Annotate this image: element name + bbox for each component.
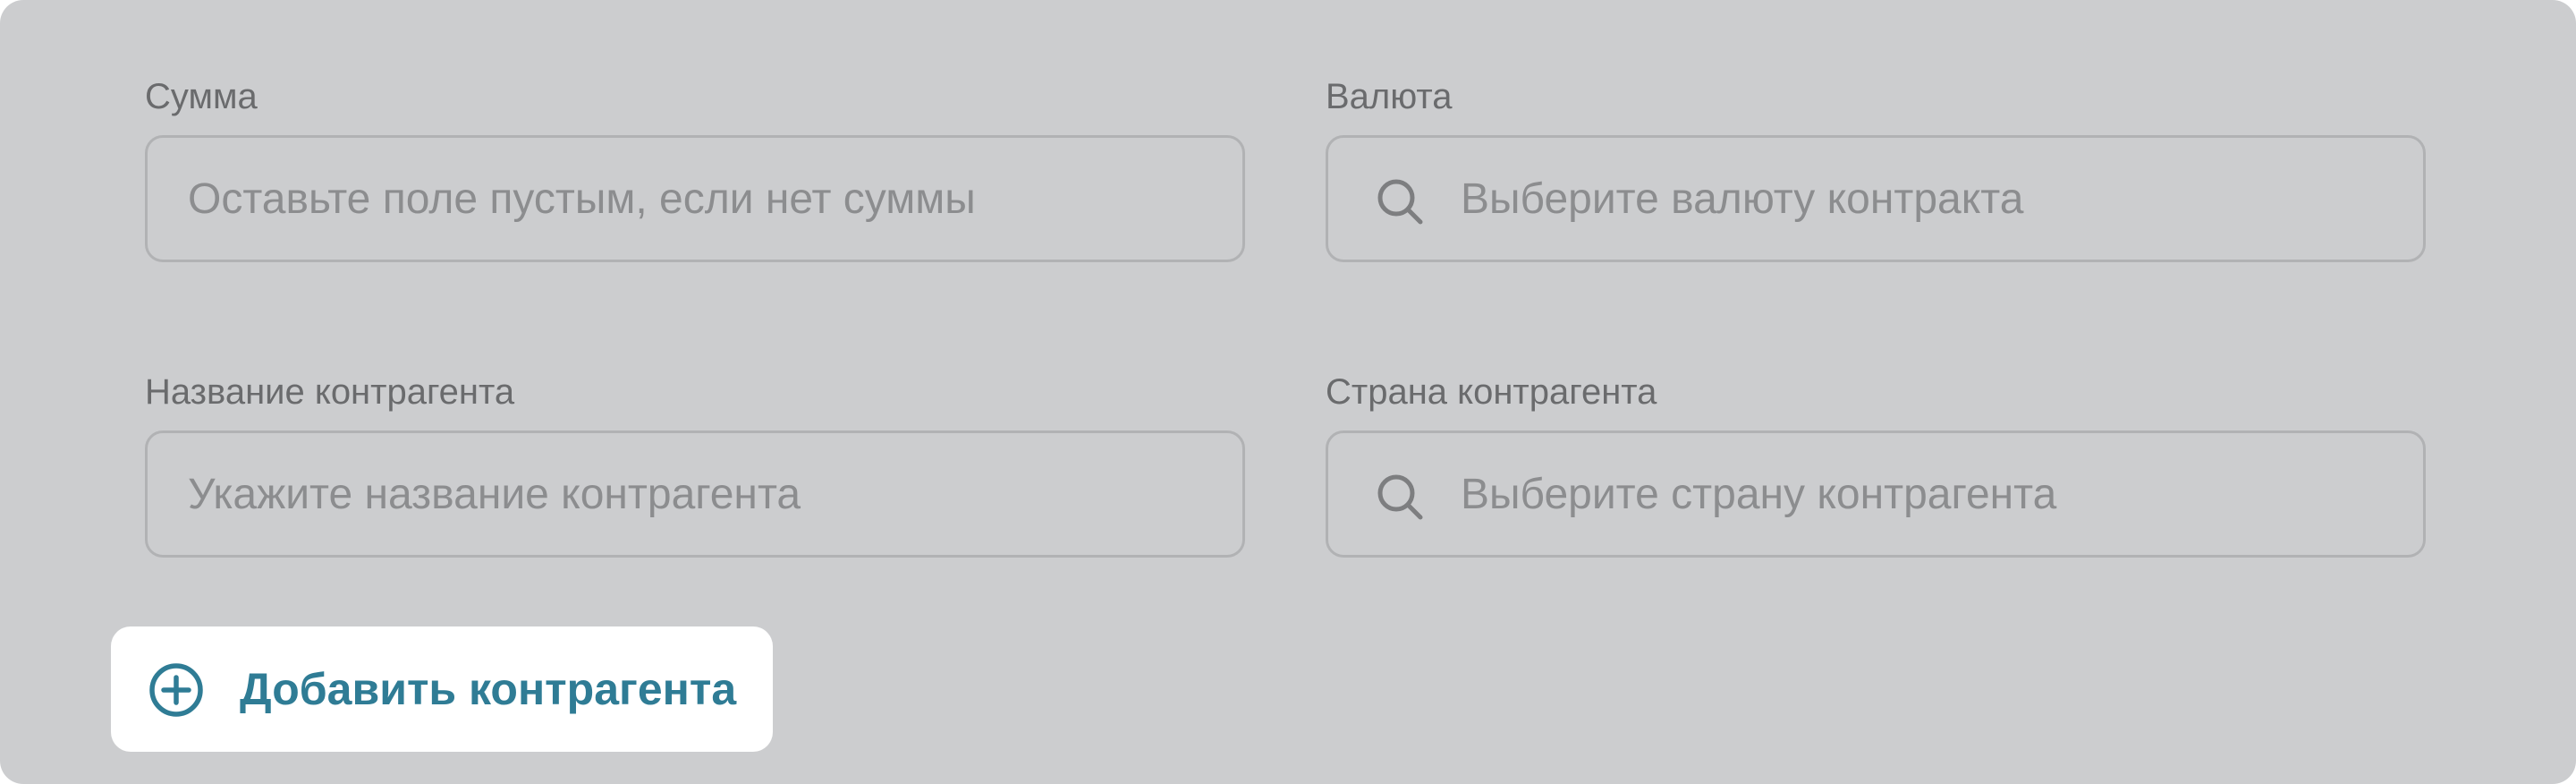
add-counterparty-label: Добавить контрагента bbox=[240, 664, 737, 714]
counterparty-country-search-input[interactable] bbox=[1328, 433, 2423, 555]
currency-label: Валюта bbox=[1326, 77, 1453, 116]
amount-field bbox=[145, 135, 1245, 262]
counterparty-form-panel: Сумма Валюта Название контрагента Страна… bbox=[0, 0, 2576, 784]
amount-input[interactable] bbox=[148, 138, 1242, 260]
counterparty-name-label: Название контрагента bbox=[145, 372, 515, 412]
counterparty-country-label: Страна контрагента bbox=[1326, 372, 1657, 412]
currency-search-input[interactable] bbox=[1328, 138, 2423, 260]
counterparty-country-field bbox=[1326, 430, 2426, 558]
amount-label: Сумма bbox=[145, 77, 258, 116]
plus-circle-icon bbox=[149, 663, 203, 717]
counterparty-name-field bbox=[145, 430, 1245, 558]
add-counterparty-button[interactable]: Добавить контрагента bbox=[111, 626, 773, 752]
currency-field bbox=[1326, 135, 2426, 262]
counterparty-name-input[interactable] bbox=[148, 433, 1242, 555]
